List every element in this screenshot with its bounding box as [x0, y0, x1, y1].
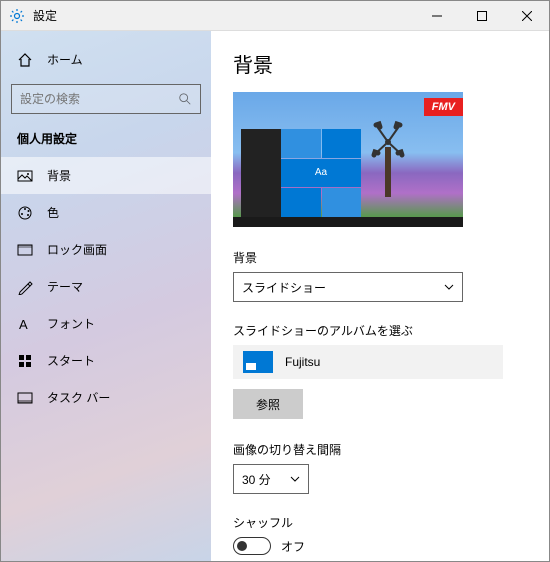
sidebar-item-label: ロック画面 [47, 241, 107, 258]
album-item[interactable]: Fujitsu [233, 345, 503, 379]
window-controls [414, 1, 549, 31]
sidebar-item-label: タスク バー [47, 389, 110, 406]
background-select[interactable]: スライドショー [233, 272, 463, 302]
shuffle-state: オフ [281, 538, 305, 555]
home-icon [17, 52, 33, 68]
window-body: ホーム 個人用設定 背景 色 ロック画面 テーマ [1, 31, 549, 561]
browse-button[interactable]: 参照 [233, 389, 303, 419]
start-icon [17, 353, 33, 369]
shuffle-toggle-row: オフ [233, 537, 527, 555]
album-name: Fujitsu [285, 355, 320, 369]
search-field[interactable] [20, 92, 178, 106]
sidebar-item-label: テーマ [47, 278, 83, 295]
search-input[interactable] [11, 84, 201, 114]
sidebar-item-label: 色 [47, 204, 59, 221]
content-pane: 背景 FMV Aa 背景 スライドショー スライド [211, 31, 549, 561]
chevron-down-icon [444, 282, 454, 292]
search-icon [178, 92, 192, 106]
home-label: ホーム [47, 51, 83, 68]
sidebar-item-themes[interactable]: テーマ [1, 268, 211, 305]
svg-text:A: A [19, 317, 28, 332]
shuffle-label: シャッフル [233, 514, 527, 531]
palette-icon [17, 205, 33, 221]
chevron-down-icon [290, 474, 300, 484]
maximize-button[interactable] [459, 1, 504, 31]
windmill-icon [368, 117, 408, 197]
interval-select[interactable]: 30 分 [233, 464, 309, 494]
sidebar-item-label: フォント [47, 315, 95, 332]
sidebar-item-taskbar[interactable]: タスク バー [1, 379, 211, 416]
picture-icon [17, 168, 33, 184]
window-title: 設定 [33, 7, 57, 24]
lockscreen-icon [17, 242, 33, 258]
preview-tile-text: Aa [281, 159, 361, 188]
background-value: スライドショー [242, 279, 326, 296]
section-header: 個人用設定 [1, 130, 211, 157]
fmv-badge: FMV [424, 98, 463, 116]
interval-label: 画像の切り替え間隔 [233, 441, 527, 458]
sidebar-item-colors[interactable]: 色 [1, 194, 211, 231]
browse-label: 参照 [256, 396, 280, 413]
close-button[interactable] [504, 1, 549, 31]
preview-taskbar [233, 217, 463, 227]
folder-thumb-icon [243, 351, 273, 373]
page-title: 背景 [233, 49, 527, 78]
desktop-preview: FMV Aa [233, 92, 463, 227]
sidebar-item-start[interactable]: スタート [1, 342, 211, 379]
titlebar: 設定 [1, 1, 549, 31]
settings-window: 設定 ホーム 個人用設定 背景 色 [0, 0, 550, 562]
settings-icon [9, 8, 25, 24]
taskbar-icon [17, 390, 33, 406]
sidebar-item-lockscreen[interactable]: ロック画面 [1, 231, 211, 268]
preview-start-menu: Aa [241, 129, 361, 217]
sidebar-item-fonts[interactable]: A フォント [1, 305, 211, 342]
minimize-button[interactable] [414, 1, 459, 31]
font-icon: A [17, 316, 33, 332]
background-label: 背景 [233, 249, 527, 266]
interval-value: 30 分 [242, 471, 271, 488]
home-link[interactable]: ホーム [1, 45, 211, 74]
sidebar-item-background[interactable]: 背景 [1, 157, 211, 194]
sidebar-item-label: 背景 [47, 167, 71, 184]
theme-icon [17, 279, 33, 295]
sidebar: ホーム 個人用設定 背景 色 ロック画面 テーマ [1, 31, 211, 561]
album-label: スライドショーのアルバムを選ぶ [233, 322, 527, 339]
sidebar-item-label: スタート [47, 352, 95, 369]
shuffle-toggle[interactable] [233, 537, 271, 555]
